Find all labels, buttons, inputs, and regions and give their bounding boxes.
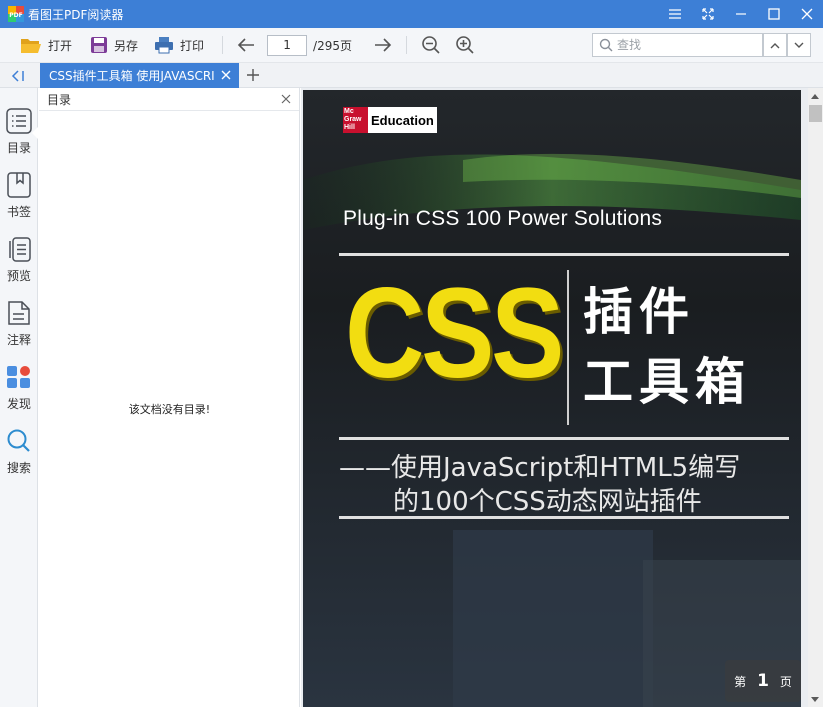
tab-bar: CSS插件工具箱 使用JAVASCRI	[0, 63, 823, 88]
preview-icon	[6, 234, 32, 264]
rail-item-toc[interactable]: 目录	[0, 106, 39, 166]
search-next-button[interactable]	[787, 33, 811, 57]
search-input[interactable]	[617, 38, 757, 52]
rail-item-search[interactable]: 搜索	[0, 426, 38, 486]
toc-title: 目录	[47, 92, 72, 107]
vertical-scrollbar[interactable]	[808, 88, 823, 707]
toolbar-separator	[222, 36, 224, 54]
chevron-down-icon	[794, 42, 804, 48]
next-page-button[interactable]	[370, 31, 396, 59]
page-indicator-suffix: 页	[779, 674, 792, 689]
minimize-icon	[735, 13, 746, 15]
page-number-input[interactable]	[267, 34, 308, 56]
rail-item-discover[interactable]: 发现	[0, 362, 38, 422]
toc-panel: 目录 该文档没有目录!	[39, 88, 300, 707]
big-css-title: CSS	[345, 262, 564, 405]
page-indicator: 第 1 页	[725, 660, 801, 702]
save-as-label: 另存	[114, 38, 139, 53]
save-icon	[91, 37, 108, 53]
add-tab-icon[interactable]	[246, 68, 260, 82]
search-icon	[6, 426, 32, 456]
maximize-icon	[767, 8, 780, 20]
menu-button[interactable]	[658, 0, 691, 28]
zoom-out-icon	[422, 36, 440, 54]
chevron-up-icon	[770, 42, 780, 48]
cn-title-line2: 工具箱	[583, 353, 751, 411]
print-label: 打印	[180, 38, 205, 53]
tab-close-icon[interactable]	[220, 69, 232, 81]
annotation-icon	[6, 298, 32, 328]
save-as-button[interactable]: 另存	[86, 31, 142, 59]
menu-icon	[668, 9, 681, 19]
toolbar: 打开 另存 打印 /295页	[0, 28, 823, 63]
open-label: 打开	[48, 38, 73, 53]
arrow-left-icon	[237, 38, 255, 52]
printer-icon	[155, 37, 174, 54]
pdf-page: Mc Graw Hill Education Plug-in CSS 100 P…	[303, 90, 801, 707]
close-button[interactable]	[790, 0, 823, 28]
scroll-up-icon[interactable]	[811, 94, 819, 99]
print-button[interactable]: 打印	[150, 31, 208, 59]
app-logo-icon: PDF	[8, 6, 24, 22]
scroll-thumb[interactable]	[809, 105, 822, 122]
cn-title-line1: 插件	[583, 283, 695, 341]
toc-close-icon[interactable]	[281, 94, 291, 104]
rail-label: 目录	[6, 141, 31, 155]
document-viewer[interactable]: Mc Graw Hill Education Plug-in CSS 100 P…	[301, 88, 823, 707]
discover-icon	[6, 362, 32, 392]
left-rail: 目录 书签 预览 注释 发现 搜索	[0, 88, 39, 707]
document-tab-label: CSS插件工具箱 使用JAVASCRI	[49, 69, 215, 83]
collapse-sidebar-button[interactable]	[8, 67, 28, 84]
publisher-small-text: Mc Graw Hill	[343, 107, 368, 133]
toc-header: 目录	[39, 88, 299, 111]
rail-label: 搜索	[6, 461, 31, 475]
fullscreen-icon	[701, 8, 714, 20]
minimize-button[interactable]	[724, 0, 757, 28]
zoom-out-button[interactable]	[417, 31, 445, 59]
search-icon	[599, 38, 613, 52]
rail-item-bookmark[interactable]: 书签	[0, 170, 38, 230]
page-indicator-prefix: 第	[734, 674, 747, 689]
fullscreen-button[interactable]	[691, 0, 724, 28]
total-pages: /295页	[313, 38, 352, 53]
rail-label: 发现	[6, 397, 31, 411]
open-button[interactable]: 打开	[16, 31, 76, 59]
scroll-down-icon[interactable]	[811, 697, 819, 702]
search-previous-button[interactable]	[763, 33, 787, 57]
previous-page-button[interactable]	[233, 31, 259, 59]
subtitle-line1: ——使用JavaScript和HTML5编写	[339, 453, 741, 483]
rail-item-annotation[interactable]: 注释	[0, 298, 38, 358]
zoom-in-button[interactable]	[451, 31, 479, 59]
close-icon	[801, 8, 812, 20]
folder-open-icon	[21, 39, 41, 53]
bookmark-icon	[6, 170, 32, 200]
publisher-logo: Mc Graw Hill Education	[343, 107, 437, 133]
rail-label: 注释	[6, 333, 31, 347]
title-bar: PDF 看图王PDF阅读器	[0, 0, 823, 28]
rail-label: 预览	[6, 269, 31, 283]
app-logo-text: PDF	[9, 12, 22, 19]
document-tab[interactable]: CSS插件工具箱 使用JAVASCRI	[40, 63, 239, 88]
toolbar-separator	[406, 36, 407, 54]
collapse-left-icon	[11, 69, 24, 82]
search-box	[592, 33, 763, 57]
english-title: Plug-in CSS 100 Power Solutions	[343, 207, 663, 230]
maximize-button[interactable]	[757, 0, 790, 28]
list-icon	[6, 106, 32, 136]
subtitle-line2: 的100个CSS动态网站插件	[393, 487, 702, 517]
zoom-in-icon	[456, 36, 474, 54]
page-indicator-number: 1	[757, 671, 769, 691]
rail-label: 书签	[6, 205, 31, 219]
arrow-right-icon	[375, 38, 392, 52]
rail-item-preview[interactable]: 预览	[0, 234, 38, 294]
window-title: 看图王PDF阅读器	[28, 7, 124, 22]
toc-empty-message: 该文档没有目录!	[128, 403, 211, 416]
publisher-brand: Education	[368, 107, 437, 133]
